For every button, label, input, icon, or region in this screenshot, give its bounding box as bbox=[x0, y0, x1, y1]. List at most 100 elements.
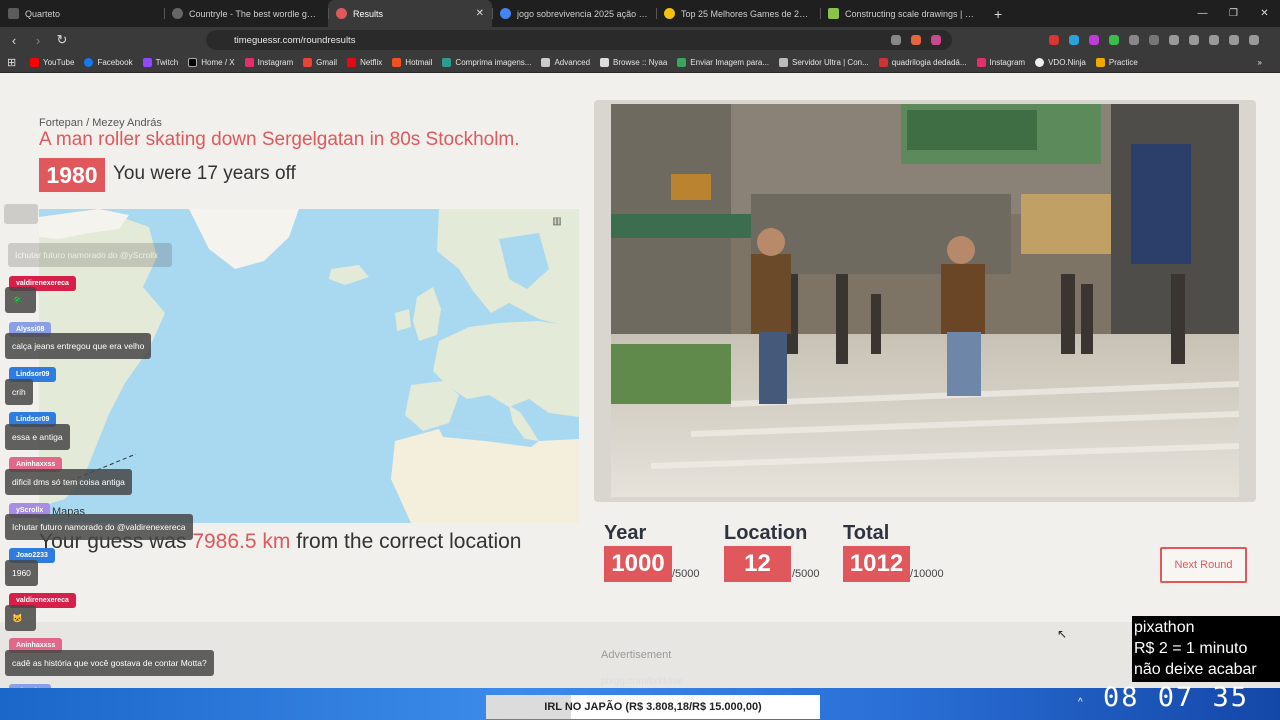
browser-tab[interactable]: Top 25 Melhores Games de 2025 e d bbox=[656, 0, 820, 27]
close-window-icon[interactable]: ✕ bbox=[1249, 0, 1280, 27]
street-photo bbox=[611, 104, 1239, 497]
tab-favicon-icon bbox=[336, 8, 347, 19]
bookmark-item[interactable]: VDO.Ninja bbox=[1035, 58, 1086, 67]
bookmark-item[interactable]: Gmail bbox=[303, 58, 337, 67]
extension-icon[interactable] bbox=[1109, 35, 1119, 45]
bookmark-item[interactable]: Enviar Imagem para... bbox=[677, 58, 769, 67]
bookmark-item[interactable]: Hotmail bbox=[392, 58, 432, 67]
forward-icon[interactable]: › bbox=[28, 33, 48, 48]
image-upload-icon bbox=[677, 58, 687, 67]
wallet-icon[interactable] bbox=[1209, 35, 1219, 45]
restore-icon[interactable]: ❐ bbox=[1218, 0, 1249, 27]
year-score-max: /5000 bbox=[672, 568, 700, 580]
browser-tab-bar: Quarteto Countryle - The best wordle gam… bbox=[0, 0, 1280, 27]
tab-title: Top 25 Melhores Games de 2025 e d bbox=[681, 8, 812, 19]
close-tab-icon[interactable]: ✕ bbox=[476, 8, 484, 19]
music-icon[interactable] bbox=[1169, 35, 1179, 45]
bookmark-item[interactable]: Netflix bbox=[347, 58, 382, 67]
map-fullscreen-icon[interactable]: ▥ bbox=[547, 216, 567, 232]
bookmark-item[interactable]: YouTube bbox=[30, 58, 74, 67]
browser-tab-active[interactable]: Results ✕ bbox=[328, 0, 492, 27]
instagram-icon bbox=[976, 58, 986, 67]
chat-message: essa e antiga bbox=[5, 424, 70, 450]
tab-title: Quarteto bbox=[25, 8, 61, 19]
browser-tab[interactable]: Quarteto bbox=[0, 0, 164, 27]
apps-grid-icon[interactable]: ⊞ bbox=[7, 57, 19, 69]
browser-tab[interactable]: Countryle - The best wordle game ab bbox=[164, 0, 328, 27]
menu-icon[interactable] bbox=[1249, 35, 1259, 45]
puzzle-icon[interactable] bbox=[1129, 35, 1139, 45]
bookmarks-bar: ⊞ YouTube Facebook Twitch Home / X Insta… bbox=[0, 53, 1280, 73]
back-icon[interactable]: ‹ bbox=[4, 33, 24, 48]
donation-line: pixathon bbox=[1134, 619, 1195, 636]
more-bookmarks-icon[interactable]: » bbox=[1258, 58, 1262, 67]
chat-message-faded bbox=[4, 204, 38, 224]
year-score-label: Year bbox=[604, 522, 647, 544]
bookmark-item[interactable]: Practice bbox=[1095, 58, 1138, 67]
share-icon[interactable] bbox=[891, 35, 901, 45]
bookmark-item[interactable]: Servidor Ultra | Con... bbox=[779, 58, 869, 67]
tab-title: Countryle - The best wordle game ab bbox=[189, 8, 320, 19]
facebook-icon bbox=[84, 58, 94, 67]
next-round-button[interactable]: Next Round bbox=[1160, 547, 1247, 583]
tab-favicon-icon bbox=[828, 8, 839, 19]
bookmark-item[interactable]: Home / X bbox=[188, 58, 235, 67]
bookmark-item[interactable]: Browse :: Nyaa bbox=[600, 58, 667, 67]
location-score-badge: 12 bbox=[724, 546, 791, 582]
server-icon bbox=[779, 58, 788, 67]
bookmark-item[interactable]: Facebook bbox=[84, 58, 133, 67]
extension-icon[interactable] bbox=[1069, 35, 1079, 45]
stream-clock: 08 07 35 bbox=[1103, 682, 1250, 713]
x-icon bbox=[188, 58, 198, 67]
guess-distance: 7986.5 km bbox=[192, 530, 291, 553]
minimize-icon[interactable]: — bbox=[1187, 0, 1218, 27]
url-field[interactable]: timeguessr.com/roundresults bbox=[206, 30, 952, 50]
reload-icon[interactable]: ↻ bbox=[52, 32, 72, 48]
tray-chevron-icon[interactable]: ^ bbox=[1078, 697, 1083, 708]
chat-message-faded: Ichutar futuro namorado do @yScrollx bbox=[8, 243, 172, 267]
photo-caption: A man roller skating down Sergelgatan in… bbox=[39, 129, 520, 150]
gmail-icon bbox=[303, 58, 313, 67]
tab-title: jogo sobrevivencia 2025 ação - Pesq bbox=[517, 8, 648, 19]
tab-favicon-icon bbox=[664, 8, 675, 19]
chat-emote-icon: 🐱 bbox=[5, 605, 36, 631]
bookmark-item[interactable]: Instagram bbox=[244, 58, 293, 67]
mouse-cursor-icon: ↖ bbox=[1057, 627, 1068, 641]
vdo-ninja-icon bbox=[1035, 58, 1045, 67]
brave-shield-icon[interactable] bbox=[911, 35, 921, 45]
photo-credit: Fortepan / Mezey András bbox=[39, 117, 162, 129]
tab-favicon-icon bbox=[8, 8, 19, 19]
vpn-icon[interactable] bbox=[1229, 35, 1239, 45]
bookmark-item[interactable]: Instagram bbox=[976, 58, 1025, 67]
new-tab-icon[interactable]: + bbox=[984, 6, 1012, 22]
netflix-icon bbox=[347, 58, 357, 67]
extension-icon[interactable] bbox=[1089, 35, 1099, 45]
chat-message: crih bbox=[5, 379, 33, 405]
round-photo[interactable] bbox=[611, 104, 1239, 497]
window-controls: — ❐ ✕ bbox=[1187, 0, 1280, 27]
total-score-max: /10000 bbox=[910, 568, 944, 580]
browser-tab[interactable]: jogo sobrevivencia 2025 ação - Pesq bbox=[492, 0, 656, 27]
rewards-icon[interactable] bbox=[931, 35, 941, 45]
extensions-bar bbox=[1044, 27, 1264, 53]
twitch-icon bbox=[142, 58, 152, 67]
instagram-icon bbox=[244, 58, 254, 67]
chat-emote-icon: 🪲 bbox=[5, 287, 36, 313]
advertisement-label: Advertisement bbox=[601, 649, 672, 661]
bookmark-item[interactable]: Advanced bbox=[541, 58, 590, 67]
donation-line: R$ 2 = 1 minuto bbox=[1134, 640, 1248, 657]
extension-icon[interactable] bbox=[1149, 35, 1159, 45]
compress-icon bbox=[442, 58, 452, 67]
address-bar: ‹ › ↻ ▯ timeguessr.com/roundresults bbox=[0, 27, 1280, 53]
browser-tab[interactable]: Constructing scale drawings | Khan A bbox=[820, 0, 984, 27]
bookmark-item[interactable]: Twitch bbox=[142, 58, 178, 67]
location-score-label: Location bbox=[724, 522, 808, 544]
bookmark-item[interactable]: Comprima imagens... bbox=[442, 58, 531, 67]
tab-title: Constructing scale drawings | Khan A bbox=[845, 8, 976, 19]
extension-icon[interactable] bbox=[1049, 35, 1059, 45]
nyaa-icon bbox=[600, 58, 610, 67]
total-score-label: Total bbox=[843, 522, 890, 544]
sidebar-icon[interactable] bbox=[1189, 35, 1199, 45]
microsoft-icon bbox=[392, 58, 402, 67]
bookmark-item[interactable]: quadrilogia dedadá... bbox=[878, 58, 967, 67]
